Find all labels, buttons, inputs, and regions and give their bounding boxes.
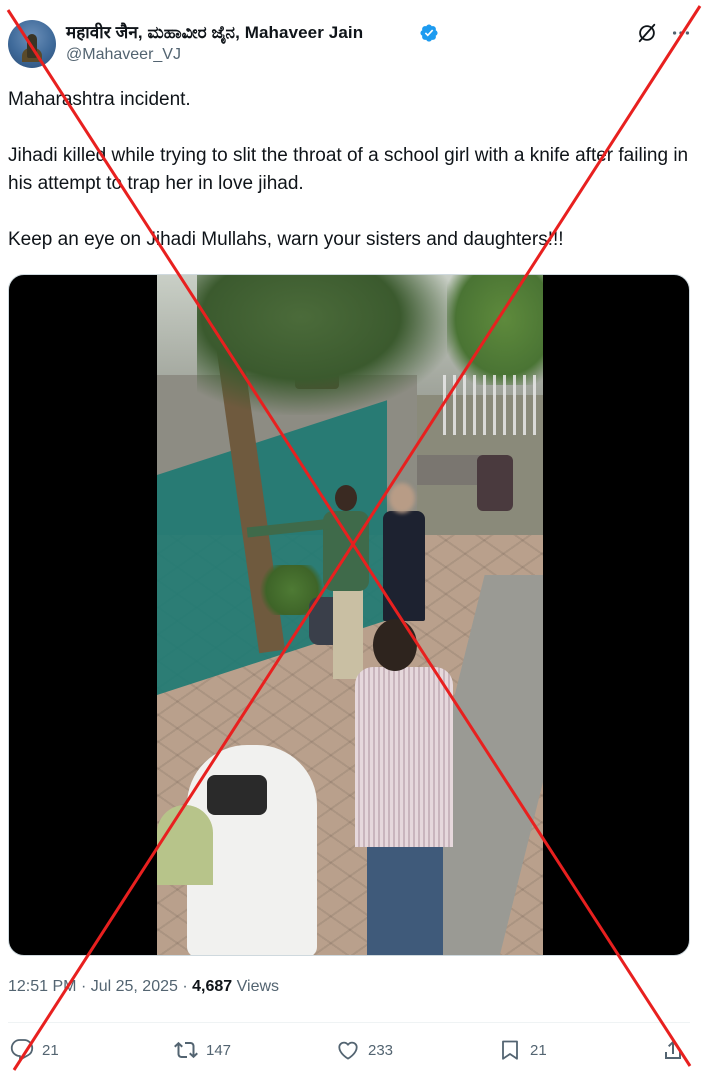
like-button[interactable]: 233	[336, 1034, 393, 1066]
scene-palm-leaves	[197, 275, 457, 415]
reply-button[interactable]: 21	[10, 1034, 59, 1066]
scene-person-blurred-face	[389, 483, 415, 513]
more-options-icon[interactable]	[670, 22, 692, 44]
tweet-header: महावीर जैन, ಮಹಾವೀರ ಜೈನ, Mahaveer Jain @M…	[0, 0, 706, 80]
scene-scooter-seat	[207, 775, 267, 815]
tweet-meta: 12:51 PM · Jul 25, 2025 · 4,687 Views	[8, 978, 279, 996]
tweet-paragraph: Keep an eye on Jihadi Mullahs, warn your…	[8, 229, 564, 250]
scene-person	[355, 667, 453, 847]
reply-icon	[10, 1039, 34, 1061]
scene-tree	[447, 275, 543, 385]
scene-person-head	[373, 619, 417, 671]
grok-icon[interactable]	[636, 22, 658, 44]
divider	[8, 1022, 690, 1023]
tweet-time[interactable]: 12:51 PM	[8, 978, 76, 995]
tweet-paragraph: Maharashtra incident.	[8, 89, 191, 110]
bookmark-button[interactable]: 21	[498, 1034, 547, 1066]
reply-count: 21	[42, 1041, 59, 1059]
meta-separator: ·	[80, 978, 87, 995]
avatar-figure	[27, 34, 37, 58]
meta-separator: ·	[182, 978, 188, 995]
tweet-text: Maharashtra incident. Jihadi killed whil…	[8, 86, 698, 254]
bookmark-count: 21	[530, 1041, 547, 1059]
scene-railing	[443, 375, 543, 435]
scene-person	[333, 589, 363, 679]
share-button[interactable]	[661, 1034, 685, 1066]
like-count: 233	[368, 1041, 394, 1059]
bookmark-icon	[502, 1040, 518, 1060]
avatar[interactable]	[8, 20, 56, 68]
views-label: Views	[236, 978, 280, 995]
repost-icon	[174, 1041, 198, 1059]
repost-count: 147	[206, 1041, 232, 1059]
video-frame	[157, 275, 543, 955]
action-bar: 21 147 233 21	[0, 1034, 706, 1070]
scene-person-head	[335, 485, 357, 511]
scene-person	[367, 843, 443, 955]
video-player[interactable]	[8, 274, 690, 956]
scene-person	[383, 511, 425, 621]
verified-badge-icon	[420, 24, 438, 42]
display-name[interactable]: महावीर जैन, ಮಹಾವೀರ ಜೈನ, Mahaveer Jain	[66, 20, 363, 43]
heart-icon	[338, 1041, 358, 1060]
tweet-paragraph: Jihadi killed while trying to slit the t…	[8, 145, 689, 194]
scene-chair	[477, 455, 513, 511]
share-icon	[665, 1040, 681, 1059]
user-handle[interactable]: @Mahaveer_VJ	[66, 46, 181, 64]
views-count: 4,687	[192, 978, 233, 995]
scene-person-cap	[157, 805, 213, 885]
repost-button[interactable]: 147	[174, 1034, 231, 1066]
tweet-date[interactable]: Jul 25, 2025	[91, 978, 178, 995]
